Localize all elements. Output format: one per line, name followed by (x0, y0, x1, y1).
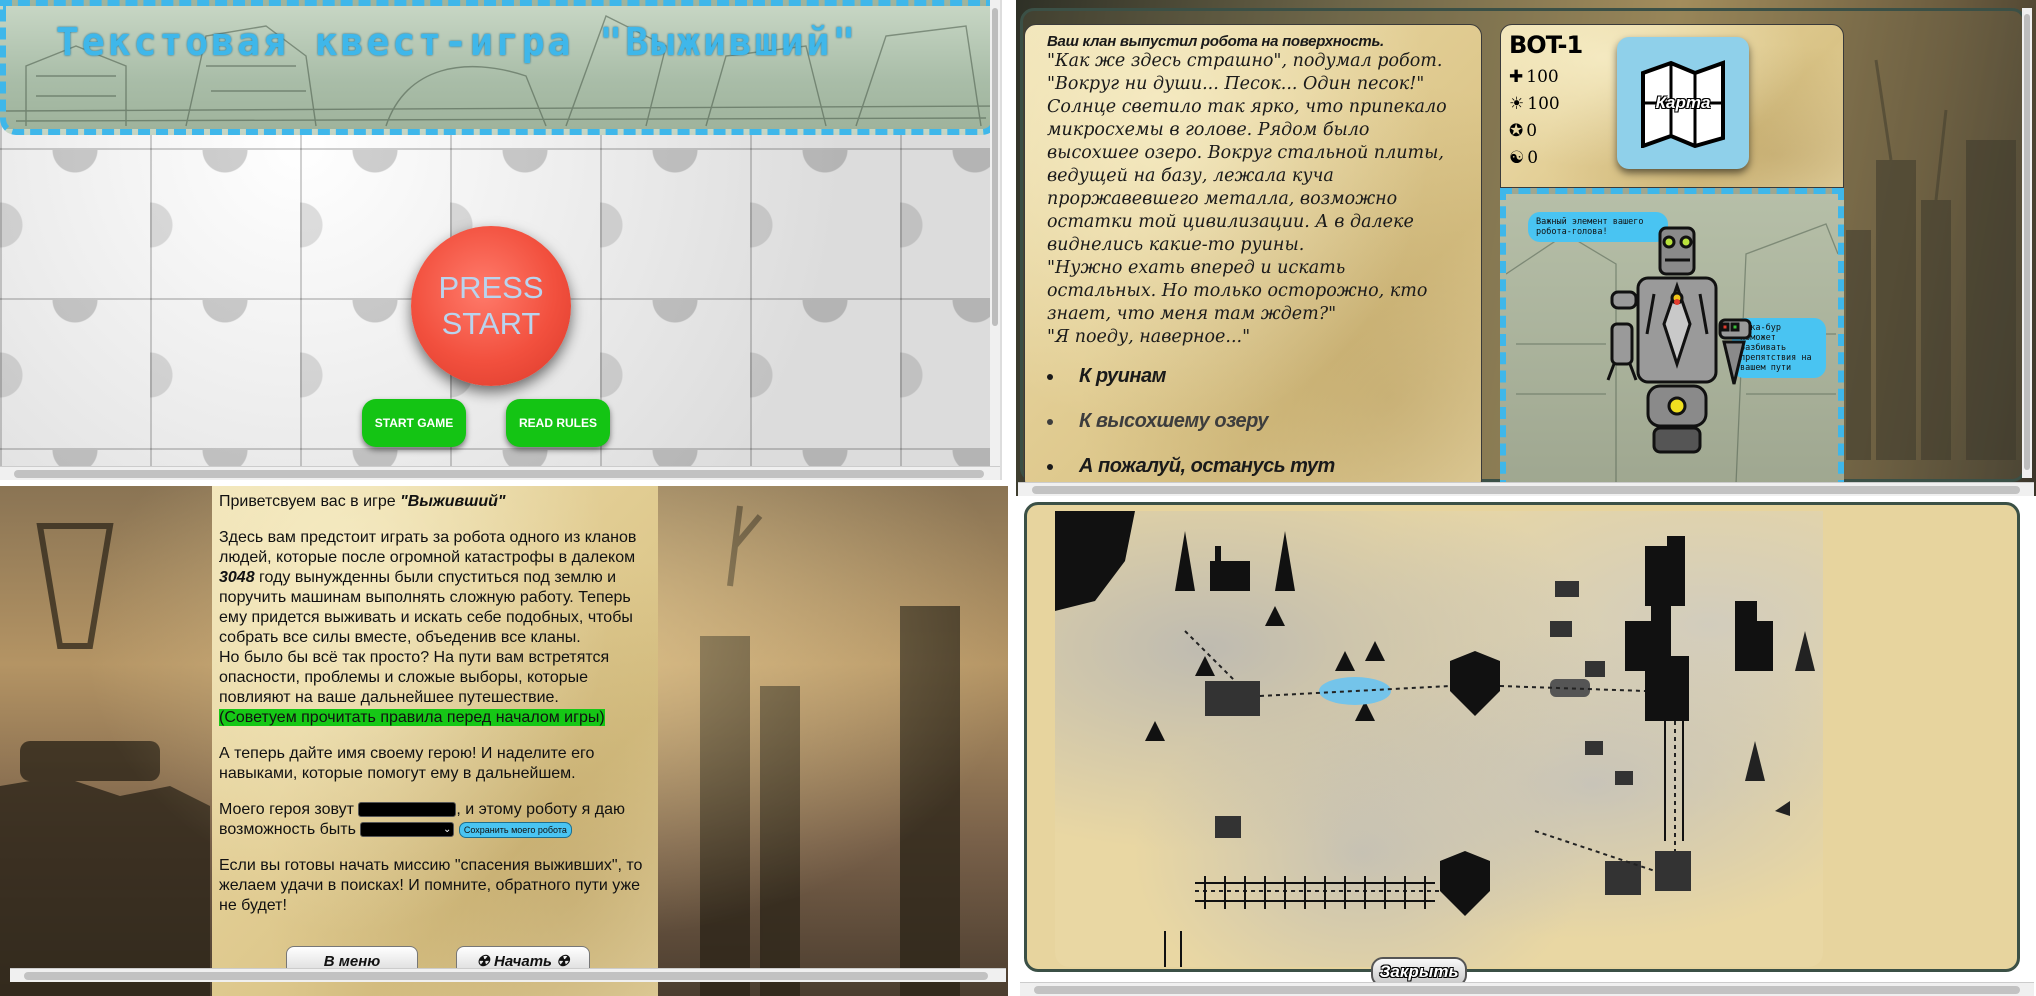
dark-zone (1055, 511, 1135, 611)
broken-shield-icon (1440, 851, 1490, 916)
city-icons (1625, 536, 1773, 721)
name-prompt: А теперь дайте имя своему герою! И надел… (219, 745, 595, 782)
stat-energy: ☀ 100 (1509, 94, 1560, 114)
farewell-text: Если вы готовы начать миссию "спасения в… (219, 857, 643, 914)
robot-display: Важный элемент вашего робота-голова! Рук… (1500, 188, 1844, 492)
map-button[interactable]: Карта (1617, 37, 1749, 169)
start-game-button[interactable]: START GAME (362, 399, 466, 447)
horizontal-scrollbar[interactable] (0, 466, 1000, 480)
game-name: "Выживший" (400, 493, 506, 510)
map-illustration (1055, 511, 1815, 967)
story-lead: Ваш клан выпустил робота на поверхность. (1047, 33, 1384, 50)
scrollbar-thumb[interactable] (992, 8, 998, 326)
dry-lake-icon (1319, 677, 1391, 705)
intro-content: Приветсвуем вас в игре "Выживший" Здесь … (212, 486, 658, 996)
chevron-down-icon: ⌄ (443, 824, 452, 836)
base-shield-icon (1450, 651, 1500, 716)
robot-illustration (1606, 226, 1752, 454)
stat-value: 100 (1526, 67, 1559, 87)
name-label: Моего героя зовут (219, 801, 359, 818)
press-start-button[interactable]: PRESS START (411, 226, 571, 386)
scrollbar-thumb[interactable] (1032, 486, 2020, 494)
story-text: году вынужденны были спуститься под земл… (219, 569, 633, 646)
hero-name-input[interactable] (358, 802, 457, 818)
story-paragraph: "Я поеду, наверное..." (1047, 327, 1251, 347)
world-map[interactable] (1055, 511, 1823, 967)
save-robot-button[interactable]: Сохранить моего робота (458, 821, 572, 838)
bot-name: BOT-1 (1509, 31, 1583, 59)
skill-select[interactable]: ⌄ (360, 822, 455, 838)
horizontal-scrollbar[interactable] (1020, 982, 2034, 996)
karma-icon: ☯ (1509, 148, 1525, 168)
rules-hint: (Советуем прочитать правила перед начало… (219, 709, 605, 726)
scrollbar-thumb[interactable] (14, 470, 984, 478)
hero-form: Моего героя зовут , и этому роботу я даю… (219, 800, 650, 840)
map-frame: Закрыть (1024, 502, 2020, 987)
house-icons (1215, 581, 1691, 895)
choice-stay[interactable]: А пожалуй, останусь тут (1065, 455, 1459, 478)
stat-health: ✚ 100 (1509, 67, 1559, 87)
greeting-line: Приветсвуем вас в игре "Выживший" (219, 492, 650, 512)
vertical-scrollbar[interactable] (990, 0, 1000, 466)
press-start-line2: START (441, 306, 541, 341)
story-year: 3048 (219, 569, 255, 586)
greeting-text: Приветсвуем вас в игре (219, 493, 401, 510)
choice-ruins[interactable]: К руинам (1065, 365, 1459, 388)
horizontal-scrollbar[interactable] (1018, 482, 2034, 496)
story-paragraph: Здесь вам предстоит играть за робота одн… (219, 528, 650, 648)
stat-value: 0 (1526, 121, 1538, 141)
map-button-label: Карта (1655, 93, 1711, 112)
coin-icon: ✪ (1509, 121, 1524, 141)
choice-dry-lake[interactable]: К высохшему озеру (1065, 410, 1459, 433)
energy-icon: ☀ (1509, 94, 1525, 114)
scrollbar-thumb[interactable] (24, 972, 988, 980)
horizontal-scrollbar[interactable] (10, 968, 1006, 982)
game-title: Текстовая квест-игра "Выживший" (56, 20, 859, 64)
map-screen: Закрыть (1016, 498, 2036, 996)
read-rules-button[interactable]: READ RULES (506, 399, 610, 447)
stat-value: 100 (1527, 94, 1560, 114)
press-start-line1: PRESS (438, 270, 544, 305)
scrollbar-thumb[interactable] (2024, 14, 2030, 470)
factory-icons (1175, 531, 1295, 591)
stat-karma: ☯ 0 (1509, 148, 1538, 168)
stat-value: 0 (1527, 148, 1539, 168)
story-text: Здесь вам предстоит играть за робота одн… (219, 529, 637, 566)
railway (1164, 711, 1684, 967)
stat-coins: ✪ 0 (1509, 121, 1537, 141)
health-icon: ✚ (1509, 67, 1524, 87)
cabin-icon (1205, 681, 1260, 716)
intro-screen: Приветсвуем вас в игре "Выживший" Здесь … (0, 486, 1008, 996)
scrollbar-thumb[interactable] (1034, 986, 2020, 994)
tree-icons (1145, 606, 1385, 741)
title-banner: Текстовая квест-игра "Выживший" (0, 0, 998, 135)
start-screen: Текстовая квест-игра "Выживший" PRESS ST… (0, 0, 1002, 480)
vertical-scrollbar[interactable] (2022, 8, 2032, 478)
story-screen: Ваш клан выпустил робота на поверхность.… (1016, 0, 2036, 496)
robot-stats-box: BOT-1 ✚ 100 ☀ 100 ✪ 0 ☯ 0 Карта (1500, 24, 1844, 188)
rules-hint-line: (Советуем прочитать правила перед начало… (219, 708, 650, 728)
story-text-box: Ваш клан выпустил робота на поверхность.… (1024, 24, 1482, 492)
story-paragraph: Солнце светило так ярко, что припекало м… (1047, 97, 1447, 255)
story-paragraph: "Нужно ехать вперед и искать остальных. … (1047, 258, 1428, 324)
story-paragraph: Но было бы всё так просто? На пути вам в… (219, 649, 610, 706)
choice-list: К руинам К высохшему озеру А пожалуй, ос… (1047, 365, 1459, 478)
story-paragraph: "Как же здесь страшно", подумал робот. "… (1047, 51, 1443, 94)
